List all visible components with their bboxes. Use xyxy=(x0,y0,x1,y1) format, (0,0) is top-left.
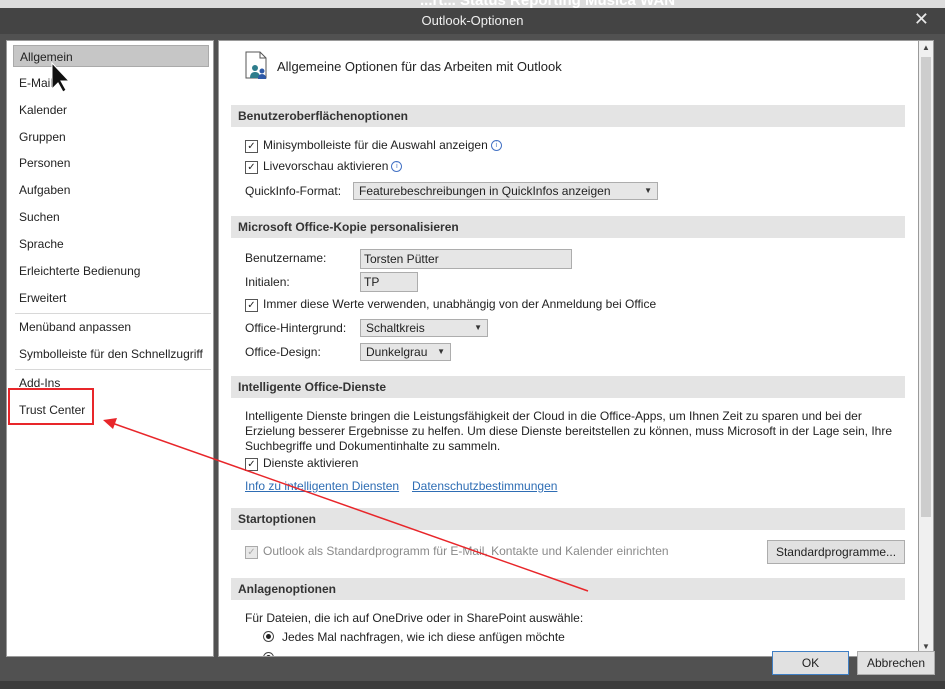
annotation-arrow-line xyxy=(111,422,589,592)
annotation-overlay xyxy=(8,61,589,592)
trust-center-highlight-box xyxy=(8,388,94,425)
mouse-cursor-icon xyxy=(51,61,71,93)
arrow-head-icon xyxy=(103,418,117,429)
